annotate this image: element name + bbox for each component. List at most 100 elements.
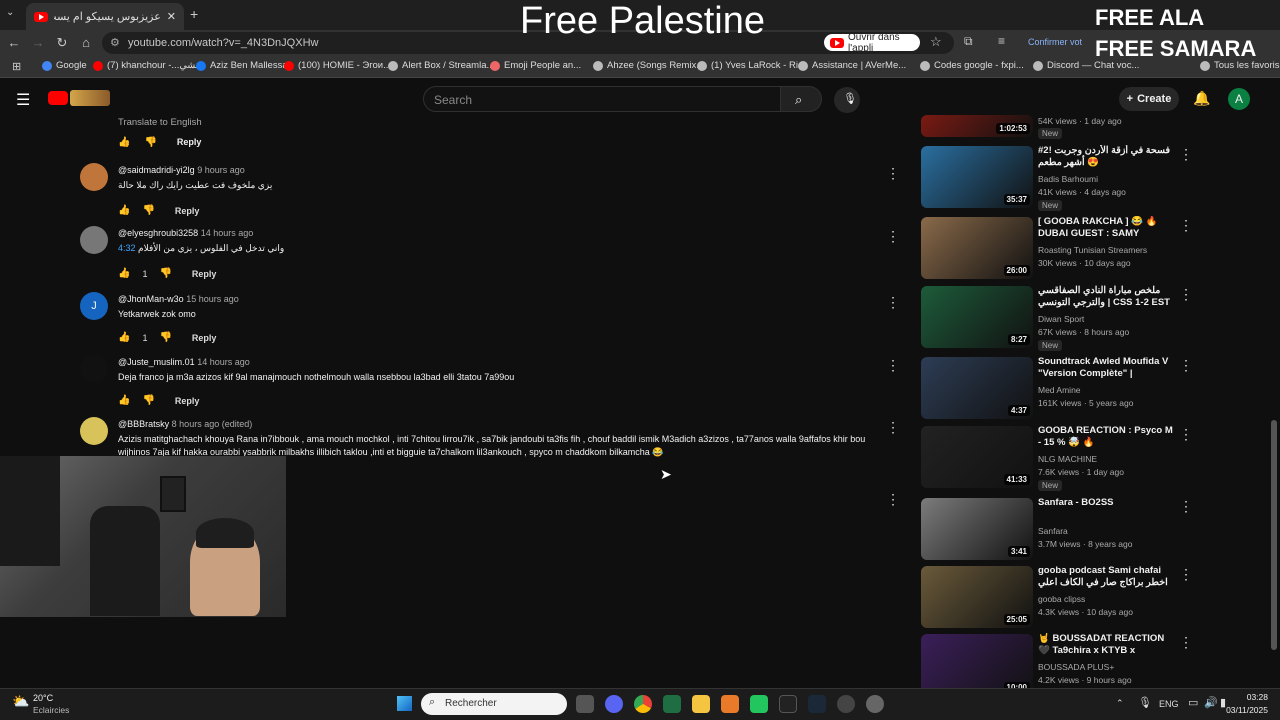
comment-avatar[interactable] [80,163,108,191]
bookmark-item[interactable]: Alert Box / Streamla... [388,60,494,71]
youtube-logo-icon[interactable] [48,91,68,105]
capcut-icon[interactable] [779,695,797,713]
translate-link[interactable]: Translate to English [118,117,202,128]
volume-icon[interactable]: 🔊 [1204,696,1218,709]
comment-time[interactable]: 14 hours ago [201,228,254,238]
tab-youtube[interactable]: عزيزبوس يسيكو ام يسب فيا؟ ✕ [26,3,184,30]
comment-more-icon[interactable]: ⋮ [886,165,900,182]
language-indicator[interactable]: ENG [1159,699,1179,709]
bookmark-star-icon[interactable]: ☆ [930,34,942,50]
video-more-icon[interactable]: ⋮ [1179,357,1193,374]
video-title[interactable]: GOOBA REACTION : Psyco M - 15 % 🤯 🔥 [1038,425,1174,449]
comment-avatar[interactable]: J [80,292,108,320]
file-explorer-icon[interactable] [692,695,710,713]
video-title[interactable]: gooba podcast Sami chafai اخطر براكاج صا… [1038,565,1174,589]
task-view-icon[interactable] [576,695,594,713]
video-title[interactable]: 🤘 BOUSSADAT REACTION 🖤 Ta9chira x KTYB x… [1038,633,1174,657]
video-card[interactable]: 10:00🤘 BOUSSADAT REACTION 🖤 Ta9chira x K… [921,633,1271,696]
open-in-app-button[interactable]: Ouvrir dans l'appli [824,32,920,54]
comment-author[interactable]: @JhonMan-w3o [118,294,184,304]
site-info-icon[interactable]: ⚙ [110,36,120,49]
video-more-icon[interactable]: ⋮ [1179,146,1193,163]
app-orange-icon[interactable] [721,695,739,713]
reply-button[interactable]: Reply [175,396,200,406]
obs-icon[interactable] [837,695,855,713]
weather-icon[interactable]: ⛅ [12,693,29,710]
comment-more-icon[interactable]: ⋮ [886,228,900,245]
comment-author[interactable]: @BBBratsky [118,419,169,429]
video-more-icon[interactable]: ⋮ [1179,426,1193,443]
comment-avatar[interactable] [80,226,108,254]
video-card[interactable]: 8:27 ملخص مباراة النادي الصفاقسي والترجي … [921,285,1271,351]
bookmark-item[interactable]: Emoji People an... [490,60,581,71]
comment-time[interactable]: 14 hours ago [197,357,250,367]
apps-grid-icon[interactable]: ⊞ [12,60,21,73]
extensions-icon[interactable]: ⧉ [964,34,973,49]
video-card[interactable]: 41:33 GOOBA REACTION : Psyco M - 15 % 🤯 🔥… [921,425,1271,491]
bookmark-item[interactable]: (1) Yves LaRock - Ri... [697,60,806,71]
bookmark-item[interactable]: (7) khanchour -...خنشي [93,60,204,71]
app-teal-icon[interactable] [750,695,768,713]
account-avatar[interactable]: A [1228,88,1250,110]
comment-author[interactable]: @Juste_muslim.01 [118,357,195,367]
start-windows-icon[interactable] [397,696,412,711]
chrome-icon[interactable] [634,695,652,713]
app-green-icon[interactable] [663,695,681,713]
dislike-icon[interactable]: 👎 [159,268,171,279]
tab-search-icon[interactable]: ⌄ [6,7,14,18]
create-button[interactable]: + Create [1119,87,1179,111]
reply-button[interactable]: Reply [192,333,217,343]
comment-more-icon[interactable]: ⋮ [886,491,900,508]
comment-avatar[interactable] [80,417,108,445]
doodle-logo-icon[interactable] [70,90,110,106]
settings-gear-icon[interactable] [866,695,884,713]
video-channel[interactable]: BOUSSADA PLUS+ [1038,662,1114,672]
comment-author[interactable]: @saidmadridi-yi2lg [118,165,195,175]
forward-icon[interactable]: → [30,35,46,50]
video-card[interactable]: 3:41 Sanfara - BO2SS Sanfara 3.7M views · 8… [921,497,1271,560]
menu-icon[interactable]: ☰ [16,90,30,110]
video-card[interactable]: 4:37 Soundtrack Awled Moufida V "Version … [921,356,1271,419]
clock-time[interactable]: 03:28 [1240,692,1268,702]
notifications-bell-icon[interactable]: 🔔 [1193,90,1210,107]
scrollbar[interactable] [1271,420,1277,650]
tray-mic-icon[interactable]: 🎙 [1138,696,1152,709]
video-thumbnail[interactable]: 25:05 [921,566,1033,628]
video-card[interactable]: 25:05 gooba podcast Sami chafai اخطر براك… [921,565,1271,628]
video-card[interactable]: 35:37 #2! فسحة في أزقة الأردن وجربت أشهر … [921,145,1271,211]
video-thumbnail[interactable]: 4:37 [921,357,1033,419]
comment-time[interactable]: 9 hours ago [197,165,245,175]
video-thumbnail[interactable]: 41:33 [921,426,1033,488]
back-icon[interactable]: ← [6,35,22,50]
video-channel[interactable]: Roasting Tunisian Streamers [1038,245,1147,255]
video-thumbnail[interactable]: 1:02:53 [921,115,1033,137]
comment-more-icon[interactable]: ⋮ [886,419,900,436]
timestamp-link[interactable]: 4:32 [118,243,136,253]
video-more-icon[interactable]: ⋮ [1179,286,1193,303]
close-tab-icon[interactable]: ✕ [167,10,176,23]
video-thumbnail[interactable]: 3:41 [921,498,1033,560]
voice-search-button[interactable]: 🎙 [834,87,860,113]
video-channel[interactable]: NLG MACHINE [1038,454,1097,464]
confirm-prompt[interactable]: Confirmer vot [1028,37,1082,47]
search-input[interactable]: Search [423,86,781,112]
video-channel[interactable]: gooba clipss [1038,594,1085,604]
reply-button[interactable]: Reply [177,137,202,148]
weather-temp[interactable]: 20°C [33,693,53,703]
video-thumbnail[interactable]: 26:00 [921,217,1033,279]
home-icon[interactable]: ⌂ [78,35,94,50]
tray-chevron-icon[interactable]: ⌃ [1116,698,1124,709]
taskbar-search[interactable]: Rechercher [421,693,567,715]
like-icon[interactable]: 👍 [118,205,130,216]
reload-icon[interactable]: ↻ [54,35,70,51]
dislike-icon[interactable]: 👎 [159,332,171,343]
video-title[interactable]: [ GOOBA RAKCHA ] 😂 🔥 DUBAI GUEST : SAMY … [1038,216,1174,240]
bookmark-item[interactable]: Google [42,60,87,71]
dislike-icon[interactable]: 👎 [142,395,154,406]
reply-button[interactable]: Reply [175,206,200,216]
bookmark-item[interactable]: Assistance | AVerMe... [798,60,906,71]
comment-more-icon[interactable]: ⋮ [886,294,900,311]
comment-author[interactable]: @elyesghroubi3258 [118,228,198,238]
like-icon[interactable]: 👍 [118,332,130,343]
dislike-icon[interactable]: 👎 [144,137,156,148]
